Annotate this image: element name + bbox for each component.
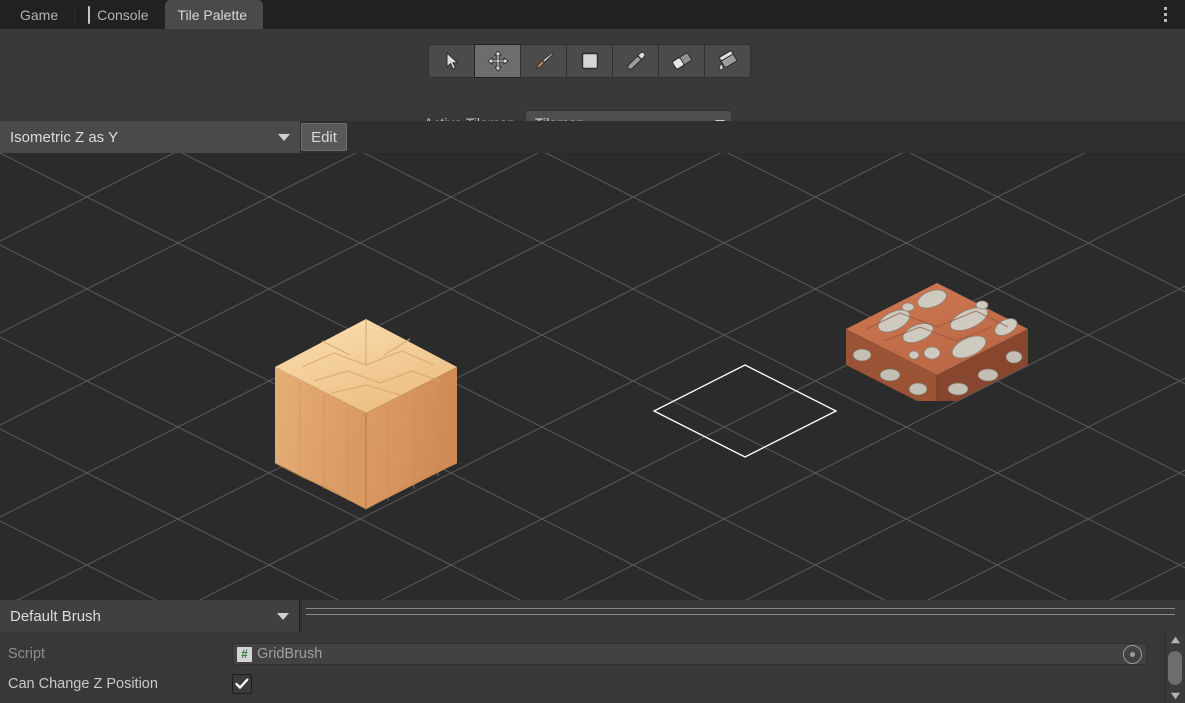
select-tool[interactable] [428,44,475,78]
edit-button[interactable]: Edit [301,123,347,151]
palette-canvas[interactable] [0,153,1185,600]
tab-tile-palette-label: Tile Palette [177,6,248,23]
selected-cell-outline[interactable] [645,355,845,465]
palette-bar: Isometric Z as Y Edit [0,121,1185,153]
tab-tile-palette[interactable]: Tile Palette [164,0,264,29]
eyedropper-icon [627,51,645,70]
brush-value: Default Brush [10,607,101,625]
brush-dropdown[interactable]: Default Brush [0,600,300,632]
script-object-field[interactable]: # GridBrush [232,643,1147,665]
can-change-z-position-checkbox[interactable] [232,674,252,694]
can-change-z-position-row: Can Change Z Position [0,669,252,699]
tab-game-label: Game [20,6,59,23]
kebab-menu-icon[interactable] [1151,0,1179,29]
object-picker-icon[interactable] [1123,644,1142,664]
script-label: Script [8,646,46,662]
move-tool[interactable] [474,44,521,78]
brush-bar: Default Brush [0,600,1185,632]
triangle-down-icon [1170,692,1180,700]
brush-inspector: Script # GridBrush Can Change Z Position [0,633,1185,703]
tab-game[interactable]: Game [0,0,74,29]
palette-dropdown[interactable]: Isometric Z as Y [0,121,300,153]
tool-bar: Active Tilemap Tilemap [0,29,1185,136]
scroll-thumb[interactable] [1168,651,1182,685]
move-four-arrows-icon [487,50,508,72]
chevron-down-icon [277,612,289,620]
scroll-up-button[interactable] [1166,633,1184,647]
cs-script-icon: # [237,646,252,662]
box-fill-tool[interactable] [566,44,613,78]
eraser-icon [671,52,692,70]
tab-console-label: Console [97,6,149,23]
script-row: Script # GridBrush [0,639,1147,669]
tool-buttons [428,44,751,78]
checkmark-icon [235,678,249,689]
tab-bar: Game Console Tile Palette [0,0,1185,29]
sand-block-tile[interactable] [262,261,477,516]
scroll-down-button[interactable] [1166,689,1184,703]
tab-console[interactable]: Console [75,0,164,29]
palette-value: Isometric Z as Y [10,128,119,146]
paintbrush-icon [535,52,554,70]
tile-palette-window: Game Console Tile Palette Isometric Z as… [0,0,1185,703]
brush-preview-strip [302,600,1185,632]
can-change-z-position-label: Can Change Z Position [8,676,158,692]
paint-bucket-icon [718,50,737,71]
triangle-up-icon [1170,636,1180,644]
console-list-icon [88,5,91,24]
cobblestone-tile[interactable] [836,271,1046,401]
cursor-arrow-icon [446,52,459,70]
eraser-tool[interactable] [658,44,705,78]
script-value: GridBrush [257,646,323,662]
filled-square-icon [581,52,598,70]
paint-tool[interactable] [520,44,567,78]
fill-tool[interactable] [704,44,751,78]
chevron-down-icon [278,133,290,141]
picker-tool[interactable] [612,44,659,78]
inspector-scrollbar[interactable] [1165,633,1184,703]
